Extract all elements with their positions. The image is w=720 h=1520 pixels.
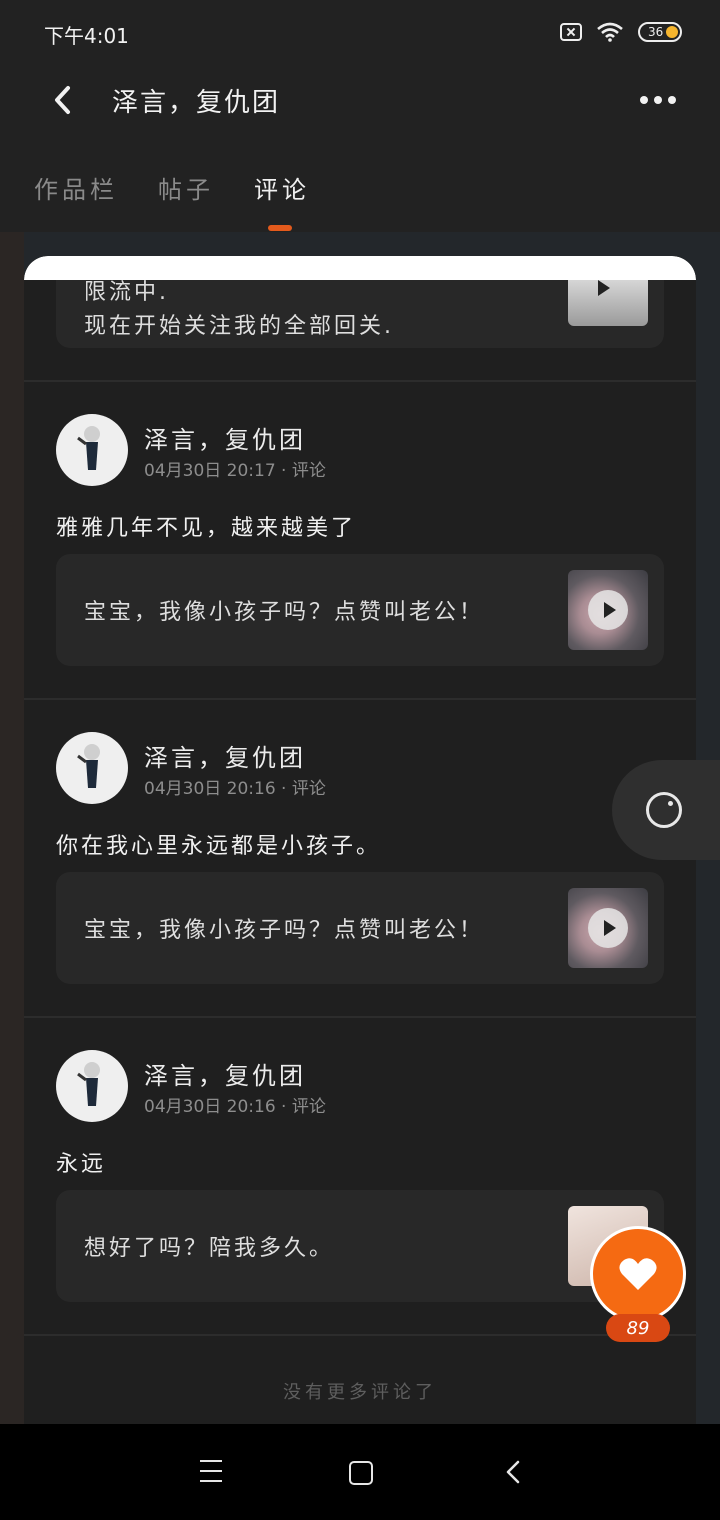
camera-icon (646, 792, 682, 828)
video-thumbnail[interactable] (568, 570, 648, 650)
tab-bar: 作品栏 帖子 评论 (0, 160, 720, 232)
more-button[interactable] (640, 86, 676, 114)
video-thumbnail[interactable] (568, 280, 648, 326)
tab-indicator (268, 225, 292, 231)
comment-meta: 04月30日 20:16 · 评论 (144, 1097, 326, 1117)
status-bar: 下午4:01 36 (0, 0, 720, 70)
comment-author[interactable]: 泽言，复仇团 (144, 420, 306, 455)
system-nav-bar (0, 1424, 720, 1520)
quote-box[interactable]: 限流中. 现在开始关注我的全部回关. (56, 280, 664, 348)
quote-text: 想好了吗？陪我多久。 (84, 1236, 335, 1261)
status-time: 下午4:01 (44, 24, 129, 48)
wifi-icon (596, 22, 624, 42)
comment-meta: 04月30日 20:17 · 评论 (144, 461, 326, 481)
quote-text: 现在开始关注我的全部回关. (84, 314, 394, 339)
avatar[interactable] (56, 414, 128, 486)
tab-posts[interactable]: 帖子 (158, 170, 214, 205)
comment-text: 你在我心里永远都是小孩子。 (56, 834, 382, 859)
home-icon[interactable] (349, 1461, 373, 1485)
no-more-comments: 没有更多评论了 (283, 1382, 437, 1403)
no-sim-icon (560, 23, 582, 41)
quote-text: 宝宝，我像小孩子吗？点赞叫老公！ (84, 918, 485, 943)
nav-back-icon[interactable] (502, 1460, 526, 1484)
heart-icon (619, 1258, 657, 1290)
sheet-top (24, 256, 696, 280)
comment-text: 永远 (56, 1152, 107, 1177)
quote-box[interactable]: 宝宝，我像小孩子吗？点赞叫老公！ (56, 872, 664, 984)
quote-text: 限流中. (84, 280, 169, 305)
tab-works[interactable]: 作品栏 (34, 170, 118, 205)
comments-card[interactable]: 限流中. 现在开始关注我的全部回关. 泽言，复仇团 04月30日 20:17 ·… (24, 256, 696, 1424)
play-icon (588, 908, 628, 948)
battery-level: 36 (648, 25, 664, 39)
back-button[interactable] (48, 80, 78, 120)
floating-camera-button[interactable] (612, 760, 720, 860)
menu-icon[interactable] (200, 1460, 222, 1482)
divider (24, 1334, 696, 1336)
status-icons: 36 (560, 22, 682, 42)
comment-item: 泽言，复仇团 04月30日 20:16 · 评论 你在我心里永远都是小孩子。 宝… (24, 700, 696, 1016)
like-button[interactable] (590, 1226, 686, 1322)
comment-text: 雅雅几年不见，越来越美了 (56, 516, 357, 541)
left-strip (0, 232, 24, 1424)
comment-item: 泽言，复仇团 04月30日 20:17 · 评论 雅雅几年不见，越来越美了 宝宝… (24, 382, 696, 698)
app-header: 泽言，复仇团 (0, 70, 720, 130)
comment-author[interactable]: 泽言，复仇团 (144, 738, 306, 773)
comment-meta: 04月30日 20:16 · 评论 (144, 779, 326, 799)
chevron-left-icon (55, 86, 70, 114)
quote-box[interactable]: 宝宝，我像小孩子吗？点赞叫老公！ (56, 554, 664, 666)
battery-icon: 36 (638, 22, 682, 42)
page-title: 泽言，复仇团 (112, 88, 281, 118)
tab-comments[interactable]: 评论 (254, 170, 310, 205)
avatar[interactable] (56, 732, 128, 804)
quote-text: 宝宝，我像小孩子吗？点赞叫老公！ (84, 600, 485, 625)
like-count: 89 (606, 1314, 670, 1342)
quote-box[interactable]: 想好了吗？陪我多久。 (56, 1190, 664, 1302)
avatar[interactable] (56, 1050, 128, 1122)
comment-author[interactable]: 泽言，复仇团 (144, 1056, 306, 1091)
more-dots-icon (640, 96, 648, 104)
video-thumbnail[interactable] (568, 888, 648, 968)
play-icon (588, 590, 628, 630)
